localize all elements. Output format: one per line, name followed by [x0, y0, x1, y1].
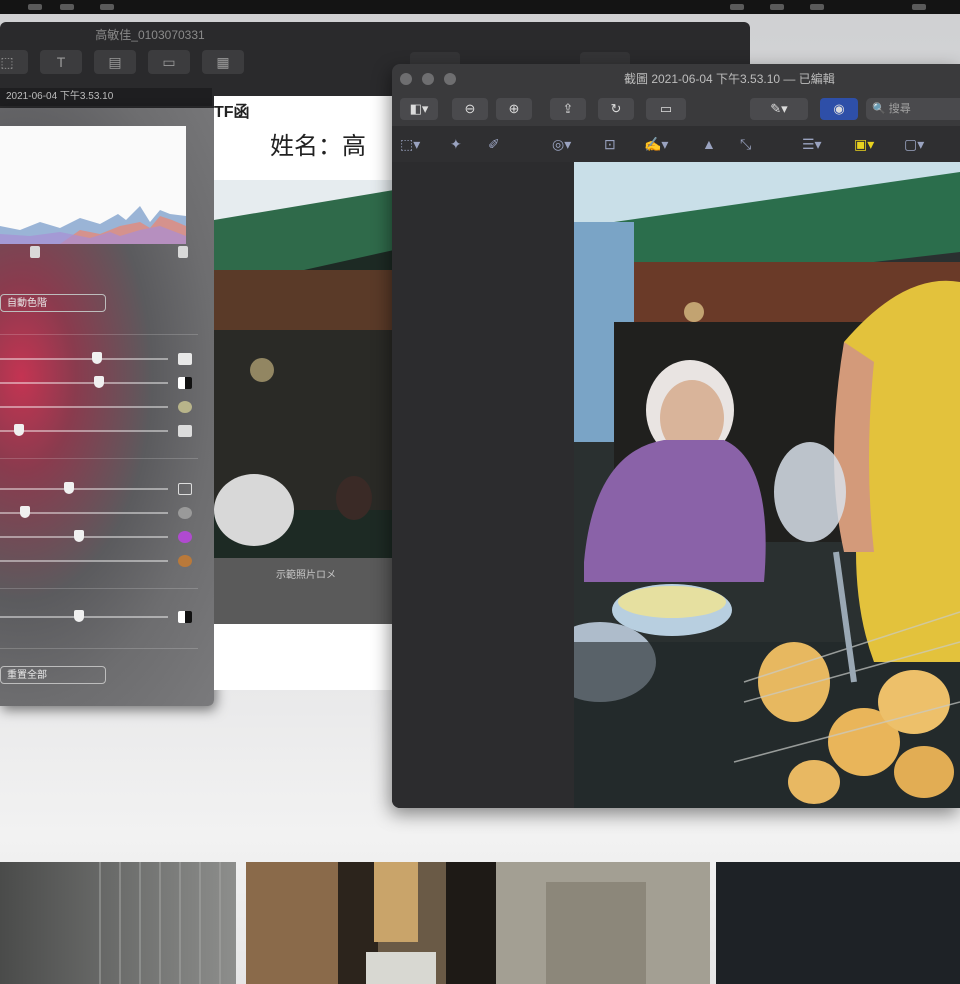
exposure-icon	[178, 353, 192, 365]
minimize-button[interactable]	[422, 73, 434, 85]
preview-window: 截圖 2021-06-04 下午3.53.10 — 已編輯 ◧▾ ⊖ ⊕ ⇪ ↻…	[392, 64, 960, 808]
white-point-handle[interactable]	[178, 246, 188, 258]
doc-header-fragment: TF函	[214, 104, 250, 121]
sketch-icon[interactable]: ✐	[488, 134, 500, 154]
histogram-graph	[0, 206, 186, 244]
shadows-slider[interactable]	[0, 424, 168, 436]
close-button[interactable]	[400, 73, 412, 85]
title-bar: 截圖 2021-06-04 下午3.53.10 — 已編輯	[392, 64, 960, 94]
saturation-slider[interactable]	[0, 482, 168, 494]
instant-alpha-icon[interactable]: ✦	[450, 134, 462, 154]
photo-thumbnail[interactable]	[0, 862, 236, 984]
auto-levels-button[interactable]: 自動色階	[0, 294, 106, 312]
histogram	[0, 126, 186, 244]
slider-knob[interactable]	[94, 376, 104, 388]
shapes-icon[interactable]: ◎▾	[552, 134, 571, 154]
sepia-slider[interactable]	[0, 560, 168, 562]
highlights-icon	[178, 401, 192, 413]
menu-item[interactable]	[100, 4, 114, 10]
sharpness-icon	[178, 611, 192, 623]
toolbar-button[interactable]: ⬚	[0, 50, 28, 74]
black-point-handle[interactable]	[30, 246, 40, 258]
shape-style-icon[interactable]: ☰▾	[802, 134, 822, 154]
fill-color-icon[interactable]: ▢▾	[904, 134, 924, 154]
toolbar-button[interactable]: ▤	[94, 50, 136, 74]
adjust-size-icon[interactable]: ⤡	[740, 134, 751, 154]
tint-icon	[178, 531, 192, 543]
share-icon[interactable]: ⇪	[550, 98, 586, 120]
window-subtitle: 2021-06-04 下午3.53.10	[0, 88, 212, 106]
search-input[interactable]: 🔍 搜尋	[866, 98, 960, 120]
menu-item[interactable]	[28, 4, 42, 10]
markup-toolbar: ⬚▾ ✦ ✐ ◎▾ ⊡ ✍▾ ▲ ⤡ ☰▾ ▣▾ ▢▾	[392, 126, 960, 163]
text-tool-button[interactable]: T	[40, 50, 82, 74]
status-icon[interactable]	[912, 4, 926, 10]
sidebar-toggle-icon[interactable]: ◧▾	[400, 98, 438, 120]
adjust-color-icon[interactable]: ▲	[702, 134, 716, 154]
main-image	[574, 162, 960, 808]
document-page: TF函 姓名：高 示範照片ロメ	[214, 96, 394, 690]
window-title: 截圖 2021-06-04 下午3.53.10 — 已編輯	[624, 72, 835, 86]
thumbnail-sidebar	[392, 162, 574, 808]
divider	[0, 458, 198, 459]
sign-icon[interactable]: ✍▾	[644, 134, 668, 154]
contrast-icon	[178, 377, 192, 389]
photo-thumbnail[interactable]	[716, 862, 960, 984]
toolbar-button[interactable]: ▦	[202, 50, 244, 74]
markup-toolbar-toggle-icon[interactable]: ◉	[820, 98, 858, 120]
slider-knob[interactable]	[74, 610, 84, 622]
doc-photo	[214, 180, 394, 558]
toolbar-button[interactable]: ▭	[148, 50, 190, 74]
markup-icon[interactable]: ✎▾	[750, 98, 808, 120]
photo-thumbnail[interactable]	[246, 862, 710, 984]
zoom-out-icon[interactable]: ⊖	[452, 98, 488, 120]
slider-knob[interactable]	[20, 506, 30, 518]
divider	[0, 588, 198, 589]
rect-select-icon[interactable]: ⬚▾	[400, 134, 420, 154]
search-placeholder: 搜尋	[888, 103, 911, 115]
divider	[0, 648, 198, 649]
saturation-icon	[178, 483, 192, 495]
slider-knob[interactable]	[14, 424, 24, 436]
menu-bar	[0, 0, 960, 14]
menu-item[interactable]	[60, 4, 74, 10]
sharpness-slider[interactable]	[0, 610, 168, 622]
zoom-button[interactable]	[444, 73, 456, 85]
window-title: 高敏佳_0103070331	[95, 28, 205, 42]
slider-knob[interactable]	[74, 530, 84, 542]
temperature-icon	[178, 507, 192, 519]
doc-caption: 示範照片ロメ	[276, 570, 336, 581]
border-color-icon[interactable]: ▣▾	[854, 134, 874, 154]
highlights-slider[interactable]	[0, 406, 168, 408]
doc-caption-bar: 示範照片ロメ	[214, 558, 394, 624]
status-icon[interactable]	[810, 4, 824, 10]
adjust-color-panel: 自動色階 重置全部	[0, 108, 214, 706]
slider-knob[interactable]	[64, 482, 74, 494]
contrast-slider[interactable]	[0, 376, 168, 388]
sepia-icon	[178, 555, 192, 567]
status-icon[interactable]	[730, 4, 744, 10]
back-toolbar: ⬚ T ▤ ▭ ▦	[0, 50, 244, 78]
tint-slider[interactable]	[0, 530, 168, 542]
main-toolbar: ◧▾ ⊖ ⊕ ⇪ ↻ ▭ ✎▾ ◉ 🔍 搜尋	[392, 94, 960, 126]
exposure-slider[interactable]	[0, 352, 168, 364]
temperature-slider[interactable]	[0, 506, 168, 518]
shadows-icon	[178, 425, 192, 437]
doc-name-label: 姓名：高	[270, 133, 366, 160]
zoom-in-icon[interactable]: ⊕	[496, 98, 532, 120]
rotate-icon[interactable]: ↻	[598, 98, 634, 120]
status-icon[interactable]	[770, 4, 784, 10]
slider-knob[interactable]	[92, 352, 102, 364]
reset-all-button[interactable]: 重置全部	[0, 666, 106, 684]
thumbnails-icon[interactable]: ▭	[646, 98, 686, 120]
text-icon[interactable]: ⊡	[604, 134, 616, 154]
divider	[0, 334, 198, 335]
